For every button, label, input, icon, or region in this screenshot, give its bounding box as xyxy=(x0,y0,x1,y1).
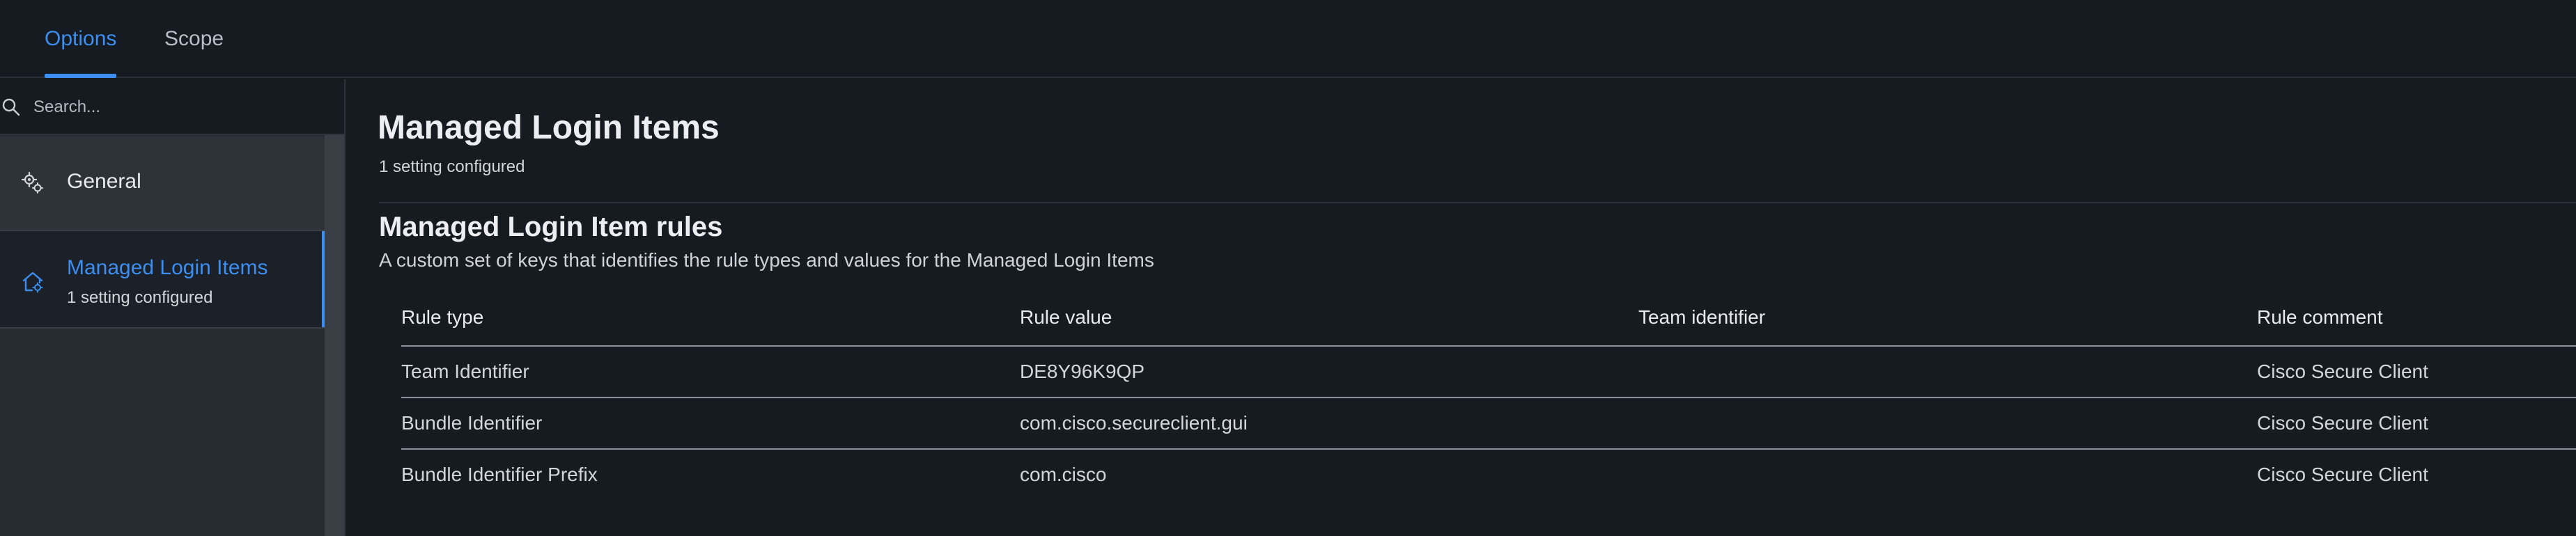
table-row[interactable]: Team Identifier DE8Y96K9QP Cisco Secure … xyxy=(401,347,2576,398)
section-title: Managed Login Item rules xyxy=(379,212,723,242)
search-icon xyxy=(2,98,20,116)
sidebar-item-status: 1 setting configured xyxy=(67,288,213,307)
column-header-rule-comment: Rule comment xyxy=(2257,306,2383,328)
cell-rule-value: com.cisco.secureclient.gui xyxy=(1020,412,1248,434)
cell-rule-type: Bundle Identifier Prefix xyxy=(401,464,598,485)
section-description: A custom set of keys that identifies the… xyxy=(379,249,1154,271)
cell-rule-comment: Cisco Secure Client xyxy=(2257,464,2428,485)
sidebar-item-general[interactable]: General xyxy=(0,136,325,231)
search-input[interactable] xyxy=(32,89,325,125)
page-subtitle: 1 setting configured xyxy=(379,157,525,176)
column-header-team-identifier: Team identifier xyxy=(1638,306,1766,328)
sidebar-scrollbar[interactable] xyxy=(325,135,344,536)
page-title: Managed Login Items xyxy=(378,109,720,146)
rules-table: Rule type Rule value Team identifier Rul… xyxy=(401,285,2576,501)
cell-rule-type: Bundle Identifier xyxy=(401,412,543,434)
sidebar-item-label: Managed Login Items xyxy=(67,256,268,279)
sidebar-item-label: General xyxy=(67,170,141,193)
main-content: Managed Login Items 1 setting configured… xyxy=(347,79,2576,536)
gear-icon xyxy=(21,171,43,194)
cell-rule-type: Team Identifier xyxy=(401,361,529,382)
column-header-rule-type: Rule type xyxy=(401,306,484,328)
cell-rule-comment: Cisco Secure Client xyxy=(2257,412,2428,434)
table-header: Rule type Rule value Team identifier Rul… xyxy=(401,285,2576,347)
sidebar: General Managed Login Items 1 setting co… xyxy=(0,79,346,536)
search-bar xyxy=(0,79,344,135)
top-tab-bar: Options Scope xyxy=(0,0,2576,78)
column-header-rule-value: Rule value xyxy=(1020,306,1112,328)
cell-rule-value: DE8Y96K9QP xyxy=(1020,361,1145,382)
cell-rule-comment: Cisco Secure Client xyxy=(2257,361,2428,382)
tab-scope[interactable]: Scope xyxy=(164,0,224,78)
home-gear-icon xyxy=(22,271,43,293)
cell-rule-value: com.cisco xyxy=(1020,464,1107,485)
divider xyxy=(379,202,2576,203)
tab-options[interactable]: Options xyxy=(45,0,117,78)
table-row[interactable]: Bundle Identifier com.cisco.secureclient… xyxy=(401,398,2576,450)
sidebar-item-managed-login-items[interactable]: Managed Login Items 1 setting configured xyxy=(0,231,326,329)
table-row[interactable]: Bundle Identifier Prefix com.cisco Cisco… xyxy=(401,450,2576,501)
